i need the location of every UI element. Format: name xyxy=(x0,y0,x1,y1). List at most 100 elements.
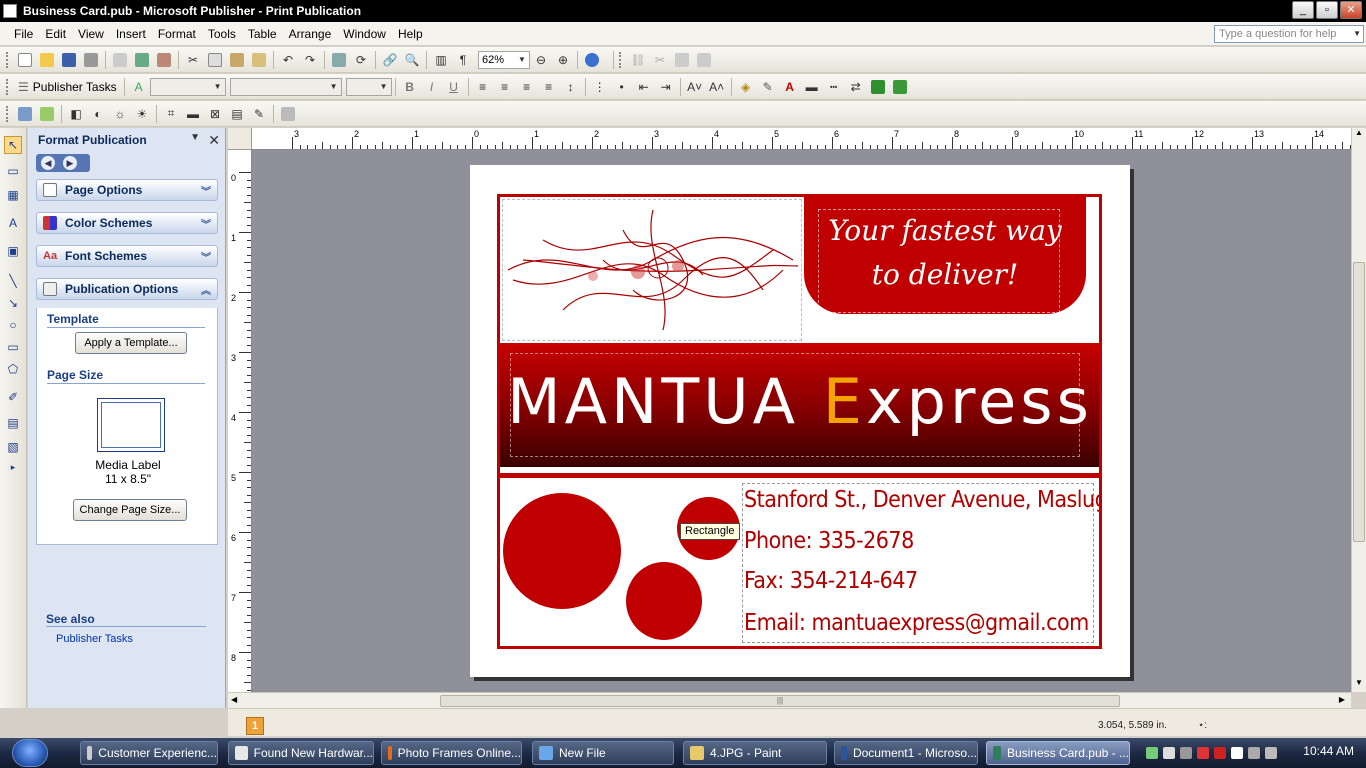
numbering-icon[interactable]: ⋮ xyxy=(589,77,611,97)
shield-icon[interactable] xyxy=(1214,747,1226,759)
display-icon[interactable] xyxy=(1248,747,1260,759)
bullets-icon[interactable]: • xyxy=(611,77,633,97)
font-select[interactable]: ▼ xyxy=(229,77,342,96)
underline-button[interactable]: U xyxy=(443,77,465,97)
scroll-left-icon[interactable]: ◀ xyxy=(231,695,237,704)
line-color-icon[interactable]: ✎ xyxy=(757,77,779,97)
text-wrapping-icon[interactable]: ▤ xyxy=(226,104,248,124)
increase-font-icon[interactable]: A˄ xyxy=(706,77,728,97)
compress-pictures-icon[interactable]: ⊠ xyxy=(204,104,226,124)
bold-button[interactable]: B xyxy=(399,77,421,97)
style-select[interactable]: ▼ xyxy=(149,77,226,96)
forward-icon[interactable]: ▶ xyxy=(63,156,77,170)
arrow-style-icon[interactable]: ⇄ xyxy=(845,77,867,97)
align-left-icon[interactable]: ≡ xyxy=(472,77,494,97)
menu-help[interactable]: Help xyxy=(392,25,429,43)
network-icon[interactable] xyxy=(1146,747,1158,759)
section-color-schemes[interactable]: Color Schemes ︾ xyxy=(36,212,218,234)
insert-picture-icon[interactable] xyxy=(14,104,36,124)
hyperlink-icon[interactable]: 🔗 xyxy=(379,50,401,70)
spelling-icon[interactable] xyxy=(131,50,153,70)
tagline-text-box[interactable] xyxy=(818,209,1060,313)
change-page-size-button[interactable]: Change Page Size... xyxy=(73,499,187,521)
arrow-tool-icon[interactable]: ↘ xyxy=(4,294,22,312)
styles-icon[interactable]: A xyxy=(128,77,150,97)
battery-icon[interactable] xyxy=(1163,747,1175,759)
zoom-to-fit-icon[interactable]: 🔍 xyxy=(401,50,423,70)
section-page-options[interactable]: Page Options ︾ xyxy=(36,179,218,201)
taskbar-item[interactable]: 4.JPG - Paint xyxy=(683,741,827,765)
increase-indent-icon[interactable]: ⇥ xyxy=(655,77,677,97)
menu-insert[interactable]: Insert xyxy=(110,25,152,43)
align-center-icon[interactable]: ≡ xyxy=(494,77,516,97)
apply-template-button[interactable]: Apply a Template... xyxy=(75,332,187,354)
line-tool-icon[interactable]: ╲ xyxy=(4,272,22,290)
line-style-icon[interactable]: ▬ xyxy=(182,104,204,124)
page-navigator-1[interactable]: 1 xyxy=(246,717,264,735)
taskbar-item[interactable]: Found New Hardwar... xyxy=(228,741,374,765)
flag-icon[interactable] xyxy=(1231,747,1243,759)
vertical-scroll-thumb[interactable] xyxy=(1353,262,1365,542)
toolbar-grip[interactable] xyxy=(6,51,10,68)
close-button[interactable]: ✕ xyxy=(1340,1,1362,19)
toolbar-grip[interactable] xyxy=(6,105,10,122)
scroll-right-icon[interactable]: ▶ xyxy=(1339,695,1345,704)
open-icon[interactable] xyxy=(36,50,58,70)
menu-format[interactable]: Format xyxy=(152,25,202,43)
publisher-app-icon[interactable] xyxy=(3,4,17,18)
brand-banner[interactable]: MANTUA Express xyxy=(500,343,1099,467)
menu-file[interactable]: File xyxy=(8,25,39,43)
picture-frame-tool-icon[interactable]: ▣ xyxy=(4,242,22,260)
publication-page[interactable]: Your fastest way to deliver! MANTUA Expr… xyxy=(470,165,1130,677)
back-icon[interactable]: ◀ xyxy=(41,156,55,170)
medium-circle-shape[interactable] xyxy=(626,562,702,640)
vertical-scrollbar[interactable]: ▲ ▼ xyxy=(1351,128,1366,692)
print-preview-icon[interactable] xyxy=(109,50,131,70)
chevron-down-icon[interactable]: ▼ xyxy=(190,132,200,143)
taskbar-item-active[interactable]: Business Card.pub - ... xyxy=(986,741,1130,765)
show-special-characters-icon[interactable]: ¶ xyxy=(452,50,474,70)
toolbar-grip[interactable] xyxy=(619,51,623,68)
menu-tools[interactable]: Tools xyxy=(202,25,242,43)
publisher-tasks-button[interactable]: ☰ Publisher Tasks xyxy=(14,80,121,94)
chevron-down-icon[interactable]: ▼ xyxy=(1353,28,1361,40)
save-icon[interactable] xyxy=(58,50,80,70)
set-transparent-color-icon[interactable]: ✎ xyxy=(248,104,270,124)
line-spacing-icon[interactable]: ↕ xyxy=(560,77,582,97)
business-card[interactable]: Your fastest way to deliver! MANTUA Expr… xyxy=(497,194,1102,649)
horizontal-scrollbar[interactable]: ◀ ||| ▶ xyxy=(228,692,1351,708)
help-search-input[interactable]: Type a question for help ▼ xyxy=(1214,25,1364,43)
menu-view[interactable]: View xyxy=(72,25,110,43)
zoom-select[interactable]: 62% ▼ xyxy=(478,50,530,69)
taskbar-item[interactable]: New File xyxy=(532,741,674,765)
ruler-corner[interactable] xyxy=(228,128,252,150)
more-brightness-icon[interactable]: ☼ xyxy=(109,104,131,124)
new-icon[interactable] xyxy=(14,50,36,70)
large-circle-shape[interactable] xyxy=(503,493,621,609)
horizontal-scroll-thumb[interactable]: ||| xyxy=(440,695,1120,707)
select-tool-icon[interactable]: ↖ xyxy=(4,136,22,154)
color-icon[interactable] xyxy=(36,104,58,124)
shadow-style-icon[interactable] xyxy=(867,77,889,97)
form-control-tool-icon[interactable]: ▤ xyxy=(4,414,22,432)
vertical-ruler[interactable]: 0 1 2 3 4 5 6 7 8 xyxy=(228,150,252,692)
minimize-button[interactable]: _ xyxy=(1292,1,1314,19)
rotate-icon[interactable]: ⟳ xyxy=(350,50,372,70)
start-button[interactable] xyxy=(12,739,48,767)
scroll-up-icon[interactable]: ▲ xyxy=(1355,128,1363,137)
undo-icon[interactable]: ↶ xyxy=(277,50,299,70)
line-style-icon[interactable]: ▬ xyxy=(801,77,823,97)
fill-color-icon[interactable]: ◈ xyxy=(735,77,757,97)
redo-icon[interactable]: ↷ xyxy=(299,50,321,70)
justify-icon[interactable]: ≡ xyxy=(538,77,560,97)
previous-frame-icon[interactable] xyxy=(671,50,693,70)
crop-icon[interactable]: ⌗ xyxy=(160,104,182,124)
rectangle-tool-icon[interactable]: ▭ xyxy=(4,338,22,356)
text-box-tool-icon[interactable]: ▭ xyxy=(4,162,22,180)
taskbar-item[interactable]: Document1 - Microso... xyxy=(834,741,978,765)
decorative-graphic[interactable] xyxy=(502,199,802,341)
bring-forward-icon[interactable] xyxy=(328,50,350,70)
zoom-out-icon[interactable]: ⊖ xyxy=(530,50,552,70)
restore-button[interactable]: ▫ xyxy=(1316,1,1338,19)
reset-picture-icon[interactable] xyxy=(277,104,299,124)
